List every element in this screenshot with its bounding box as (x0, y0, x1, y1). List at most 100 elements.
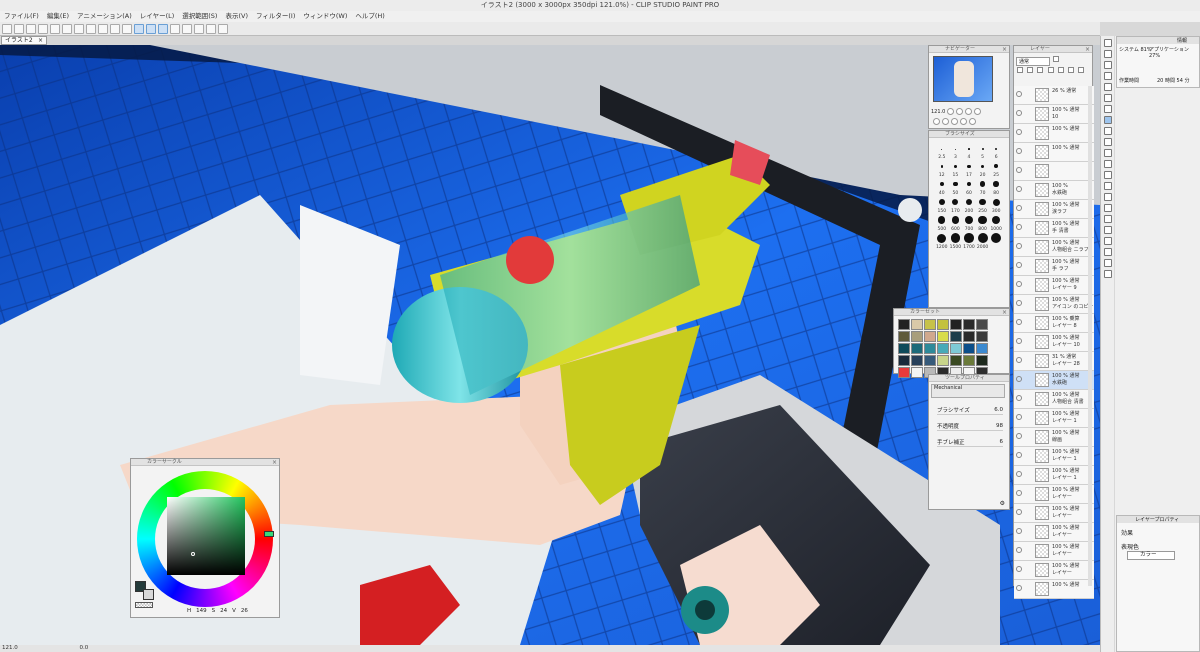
close-icon[interactable]: × (272, 459, 277, 466)
layer-row[interactable]: 100 % 水鉄砲 (1014, 181, 1094, 200)
color-swatch[interactable] (937, 319, 949, 330)
fill-icon[interactable] (86, 23, 96, 34)
eye-icon[interactable] (1016, 585, 1022, 591)
color-swatch[interactable] (898, 319, 910, 330)
rotate-left-icon[interactable] (170, 23, 180, 34)
eye-icon[interactable] (1016, 262, 1022, 268)
trash-icon[interactable] (1078, 67, 1085, 73)
color-swatch[interactable] (963, 343, 975, 354)
color-swatch[interactable] (924, 355, 936, 366)
brush-size-preset[interactable] (989, 215, 1003, 227)
layer-row[interactable]: 100 % 通常 人物組合 ニラフ (1014, 238, 1094, 257)
opacity-row[interactable]: 不透明度 98 (937, 421, 1003, 431)
document-tab[interactable]: イラスト2 × (1, 36, 47, 45)
layer-row[interactable]: 31 % 通常 レイヤー 28 (1014, 352, 1094, 371)
gradient-tool-icon[interactable] (1103, 204, 1112, 212)
menu-item-7[interactable]: ウィンドウ(W) (303, 11, 347, 22)
brush-size-preset[interactable] (962, 233, 976, 245)
color-swatch[interactable] (937, 355, 949, 366)
eye-icon[interactable] (1016, 566, 1022, 572)
navigator-thumbnail[interactable] (933, 56, 993, 102)
color-swatch[interactable] (911, 331, 923, 342)
eye-icon[interactable] (1016, 186, 1022, 192)
brush-tool-icon[interactable] (1103, 138, 1112, 146)
color-swatch[interactable] (898, 355, 910, 366)
menu-item-8[interactable]: ヘルプ(H) (355, 11, 384, 22)
menu-item-4[interactable]: 選択範囲(S) (182, 11, 217, 22)
eye-icon[interactable] (1016, 148, 1022, 154)
blend-tool-icon[interactable] (1103, 182, 1112, 190)
rotate-reset-icon[interactable] (942, 118, 949, 125)
select-all-icon[interactable] (98, 23, 108, 34)
snap-special-ruler-icon[interactable] (158, 23, 168, 34)
brush-size-preset[interactable] (949, 216, 963, 226)
zoom-out-icon[interactable] (947, 108, 955, 115)
flip-icon[interactable] (194, 23, 204, 34)
brush-size-preset[interactable] (976, 215, 990, 226)
eye-icon[interactable] (1016, 110, 1022, 116)
color-swatch[interactable] (911, 355, 923, 366)
layer-row[interactable]: 100 % 通常 レイヤー (1014, 561, 1094, 580)
color-swatch[interactable] (911, 367, 923, 378)
text-tool-icon[interactable] (1103, 248, 1112, 256)
layer-row[interactable]: 100 % 通常手 清書 (1014, 219, 1094, 238)
layer-row[interactable]: 100 % 乗算 レイヤー 8 (1014, 314, 1094, 333)
color-swatch[interactable] (924, 319, 936, 330)
clip-icon[interactable] (1057, 67, 1064, 73)
redo-icon[interactable] (50, 23, 60, 34)
snap-ruler-icon[interactable] (134, 23, 144, 34)
brush-size-preset[interactable] (949, 181, 963, 189)
menu-item-2[interactable]: アニメーション(A) (77, 11, 132, 22)
brush-size-preset[interactable] (935, 233, 949, 245)
brush-size-preset[interactable] (976, 233, 990, 245)
eye-icon[interactable] (1016, 490, 1022, 496)
layer-row[interactable]: 100 % 通常 レイヤー 1 (1014, 447, 1094, 466)
sv-handle[interactable] (191, 552, 195, 556)
brush-size-preset[interactable] (989, 164, 1003, 170)
sub-color-swatch[interactable] (143, 589, 154, 600)
layer-scrollbar[interactable] (1088, 86, 1092, 586)
eyedropper-icon[interactable] (218, 23, 228, 34)
color-swatch[interactable] (976, 343, 988, 354)
brush-size-preset[interactable] (989, 146, 1003, 152)
brush-size-value[interactable]: 6.0 (994, 407, 1003, 413)
eye-icon[interactable] (1016, 300, 1022, 306)
blend-mode-select[interactable]: 通常 (1016, 57, 1050, 66)
brush-size-preset[interactable] (962, 164, 976, 170)
color-swatch[interactable] (963, 355, 975, 366)
move-layer-icon[interactable] (1103, 72, 1112, 80)
close-icon[interactable]: × (38, 37, 43, 44)
eye-icon[interactable] (1016, 319, 1022, 325)
airbrush-tool-icon[interactable] (1103, 149, 1112, 157)
brush-size-preset[interactable] (949, 146, 963, 152)
color-swatch[interactable] (950, 331, 962, 342)
color-swatch[interactable] (924, 343, 936, 354)
eye-icon[interactable] (1016, 376, 1022, 382)
menu-item-3[interactable]: レイヤー(L) (140, 11, 175, 22)
menu-item-6[interactable]: フィルター(I) (256, 11, 295, 22)
eye-icon[interactable] (1016, 509, 1022, 515)
zoom-in-icon[interactable] (956, 108, 964, 115)
lock-icon[interactable] (1047, 67, 1054, 73)
undo-icon[interactable] (38, 23, 48, 34)
eye-icon[interactable] (1016, 91, 1022, 97)
layer-row[interactable]: 100 % 通常 レイヤー 1 (1014, 466, 1094, 485)
brush-size-preset[interactable] (976, 198, 990, 208)
brush-size-preset[interactable] (935, 164, 949, 170)
color-swatch[interactable] (924, 331, 936, 342)
layer-row[interactable]: 100 % 通常 レイヤー 1 (1014, 409, 1094, 428)
eye-icon[interactable] (1016, 224, 1022, 230)
eye-icon[interactable] (1016, 395, 1022, 401)
color-swatch[interactable] (898, 331, 910, 342)
opacity-value[interactable]: 98 (996, 423, 1003, 429)
eye-icon[interactable] (1016, 281, 1022, 287)
brush-size-preset[interactable] (976, 146, 990, 152)
fill-tool-icon[interactable] (1103, 193, 1112, 201)
brush-size-preset[interactable] (935, 181, 949, 188)
color-swatch[interactable] (976, 319, 988, 330)
layer-row[interactable]: 100 % 通常 アイコン のコピー (1014, 295, 1094, 314)
layer-row[interactable]: 100 % 通常 レイヤー (1014, 504, 1094, 523)
color-swatch[interactable] (950, 343, 962, 354)
layer-row[interactable]: 26 % 通常 (1014, 86, 1094, 105)
balloon-tool-icon[interactable] (1103, 259, 1112, 267)
